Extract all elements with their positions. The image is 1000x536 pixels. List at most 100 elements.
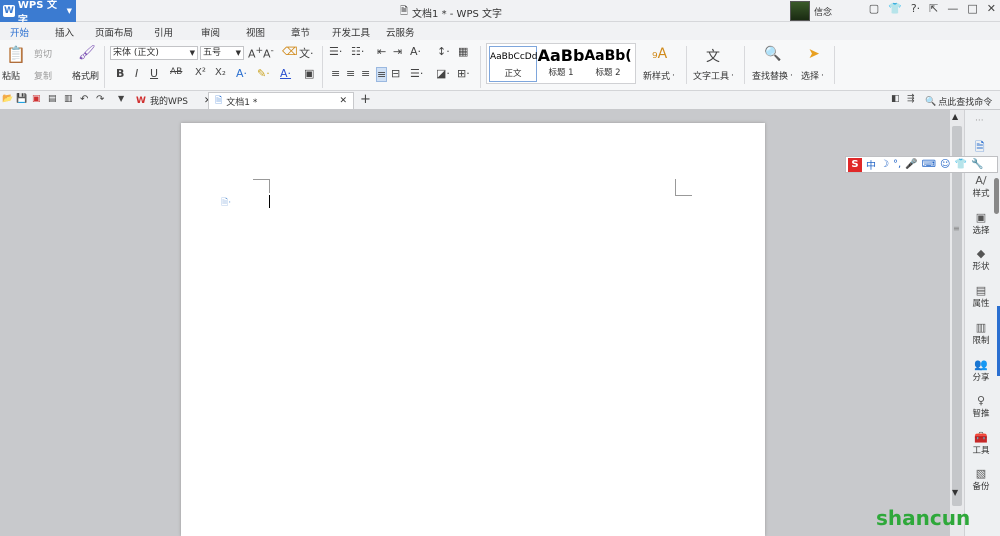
font-family-select[interactable]: 宋体 (正文) ▼ bbox=[110, 46, 198, 60]
cut-button[interactable]: 剪切 bbox=[34, 47, 52, 60]
minimize-button[interactable]: — bbox=[947, 2, 958, 15]
shrink-font-icon[interactable]: A- bbox=[263, 45, 274, 61]
scroll-down-icon[interactable]: ▼ bbox=[952, 488, 958, 497]
style-heading-2[interactable]: AaBb( 标题 2 bbox=[584, 46, 632, 82]
moon-icon[interactable]: ☽ bbox=[880, 159, 889, 170]
print-icon[interactable]: ▤ bbox=[48, 94, 57, 104]
save-icon[interactable]: 💾 bbox=[16, 94, 27, 104]
shirt-icon[interactable]: 👕 bbox=[888, 2, 902, 15]
sidebar-item-backup[interactable]: ▧ 备份 bbox=[965, 467, 997, 492]
find-replace-button[interactable]: 查找替换 · bbox=[752, 69, 793, 83]
user-account[interactable]: 信念 bbox=[790, 1, 832, 21]
shirt-icon[interactable]: 👕 bbox=[954, 159, 966, 170]
distribute-icon[interactable]: ⊟ bbox=[391, 67, 400, 80]
cursor-icon[interactable]: ➤ bbox=[808, 46, 820, 62]
tab-review[interactable]: 审阅 bbox=[201, 25, 220, 39]
strikethrough-button[interactable]: AB bbox=[170, 67, 182, 77]
text-effect-icon[interactable]: A· bbox=[236, 67, 247, 80]
select-button[interactable]: 选择 · bbox=[801, 69, 824, 83]
sidebar-item-select[interactable]: ▣ 选择 bbox=[965, 211, 997, 236]
underline-button[interactable]: U bbox=[150, 67, 158, 80]
user-icon[interactable]: ☺ bbox=[940, 159, 950, 170]
ime-language-toggle[interactable]: 中 bbox=[866, 157, 876, 172]
font-size-select[interactable]: 五号 ▼ bbox=[200, 46, 244, 60]
search-icon[interactable]: 🔍 bbox=[764, 46, 781, 62]
paste-button[interactable]: 粘贴 bbox=[2, 69, 20, 82]
close-icon[interactable]: ✕ bbox=[339, 96, 347, 106]
justify-icon[interactable]: ≡ bbox=[376, 67, 388, 82]
italic-button[interactable]: I bbox=[135, 67, 138, 80]
sidebar-item-shapes[interactable]: ◆ 形状 bbox=[965, 247, 997, 272]
borders-icon[interactable]: ⊞· bbox=[457, 67, 470, 80]
paste-icon[interactable]: 📋 bbox=[6, 45, 26, 64]
scroll-up-icon[interactable]: ▲ bbox=[952, 112, 958, 121]
document-page[interactable]: 🗎· bbox=[181, 123, 765, 536]
font-color-icon[interactable]: A· bbox=[280, 67, 291, 80]
subscript-button[interactable]: X₂ bbox=[215, 67, 226, 78]
copy-button[interactable]: 复制 bbox=[34, 69, 52, 82]
skin-icon[interactable]: ▢ bbox=[869, 2, 879, 15]
app-menu-button[interactable]: W WPS 文字 ▼ bbox=[0, 0, 76, 26]
align-left-icon[interactable]: ≡ bbox=[331, 67, 340, 80]
close-button[interactable]: ✕ bbox=[987, 2, 996, 15]
tab-view[interactable]: 视图 bbox=[246, 25, 265, 39]
phonetic-icon[interactable]: 文· bbox=[299, 45, 314, 61]
redo-icon[interactable]: ↷ bbox=[96, 94, 104, 105]
bullet-list-icon[interactable]: ☰· bbox=[329, 45, 342, 58]
char-border-icon[interactable]: ▣ bbox=[304, 67, 314, 80]
text-tools-icon[interactable]: 文 bbox=[706, 46, 720, 66]
grow-font-icon[interactable]: A+ bbox=[248, 45, 263, 61]
decrease-indent-icon[interactable]: ⇤ bbox=[377, 45, 386, 58]
sidebar-item-tools[interactable]: 🧰 工具 bbox=[965, 431, 997, 456]
new-style-icon[interactable]: ₉A bbox=[652, 46, 667, 62]
open-icon[interactable]: 📂 bbox=[2, 94, 13, 104]
sort-icon[interactable]: ↕· bbox=[437, 45, 450, 58]
tab-section[interactable]: 章节 bbox=[291, 25, 310, 39]
superscript-button[interactable]: X² bbox=[195, 67, 206, 78]
highlight-icon[interactable]: ✎· bbox=[257, 67, 270, 80]
sidebar-item-recommend[interactable]: ♀ 智推 bbox=[965, 394, 997, 419]
bold-button[interactable]: B bbox=[116, 67, 124, 80]
style-normal[interactable]: AaBbCcDd 正文 bbox=[489, 46, 537, 82]
increase-indent-icon[interactable]: ⇥ bbox=[393, 45, 402, 58]
sidebar-item-share[interactable]: 👥 分享 bbox=[965, 358, 997, 383]
sogou-logo-icon[interactable]: S bbox=[848, 157, 862, 172]
text-tools-button[interactable]: 文字工具 · bbox=[693, 69, 734, 83]
new-tab-icon[interactable]: + bbox=[360, 92, 371, 107]
wrench-icon[interactable]: 🔧 bbox=[971, 159, 983, 170]
sidebar-item-restrict[interactable]: ▥ 限制 bbox=[965, 321, 997, 346]
tab-layout[interactable]: 页面布局 bbox=[95, 25, 133, 39]
pane-scroll-thumb[interactable] bbox=[994, 178, 999, 214]
clear-format-icon[interactable]: ⌫ bbox=[282, 45, 298, 58]
keyboard-icon[interactable]: ⌨ bbox=[922, 159, 936, 170]
text-direction-icon[interactable]: A· bbox=[410, 45, 421, 58]
number-list-icon[interactable]: ☷· bbox=[351, 45, 364, 58]
tab-cloud[interactable]: 云服务 bbox=[386, 25, 415, 39]
microphone-icon[interactable]: 🎤 bbox=[905, 159, 917, 170]
command-search[interactable]: 🔍 点此查找命令 bbox=[925, 95, 992, 109]
more-icon[interactable]: ··· bbox=[975, 116, 984, 126]
punctuation-icon[interactable]: °, bbox=[893, 159, 901, 170]
align-center-icon[interactable]: ≡ bbox=[346, 67, 355, 80]
table-icon[interactable]: ▦ bbox=[458, 45, 468, 58]
pdf-icon[interactable]: ▣ bbox=[32, 94, 41, 104]
tab-developer[interactable]: 开发工具 bbox=[332, 25, 370, 39]
tab-my-wps[interactable]: W 我的WPS ✕ bbox=[130, 92, 218, 109]
scrollbar-thumb[interactable] bbox=[952, 126, 962, 506]
align-right-icon[interactable]: ≡ bbox=[361, 67, 370, 80]
chevron-down-icon[interactable]: ▼ bbox=[118, 94, 124, 103]
tab-references[interactable]: 引用 bbox=[154, 25, 173, 39]
style-heading-1[interactable]: AaBb 标题 1 bbox=[537, 46, 585, 82]
tab-document[interactable]: 🗎 文档1 * ✕ bbox=[208, 92, 354, 109]
maximize-button[interactable]: □ bbox=[967, 2, 977, 15]
new-style-button[interactable]: 新样式 · bbox=[643, 69, 675, 83]
format-painter-button[interactable]: 格式刷 bbox=[72, 69, 99, 82]
paragraph-options-icon[interactable]: 🗎· bbox=[221, 195, 231, 211]
fullscreen-icon[interactable]: ⇱ bbox=[929, 2, 938, 15]
preview-icon[interactable]: ▥ bbox=[64, 94, 73, 104]
sidebar-item-styles[interactable]: A/样式 bbox=[965, 174, 997, 199]
undo-icon[interactable]: ↶ bbox=[80, 94, 88, 105]
help-icon[interactable]: ?· bbox=[911, 2, 920, 15]
avatar[interactable] bbox=[790, 1, 810, 21]
bookmark-icon[interactable]: ◧ bbox=[891, 94, 900, 104]
